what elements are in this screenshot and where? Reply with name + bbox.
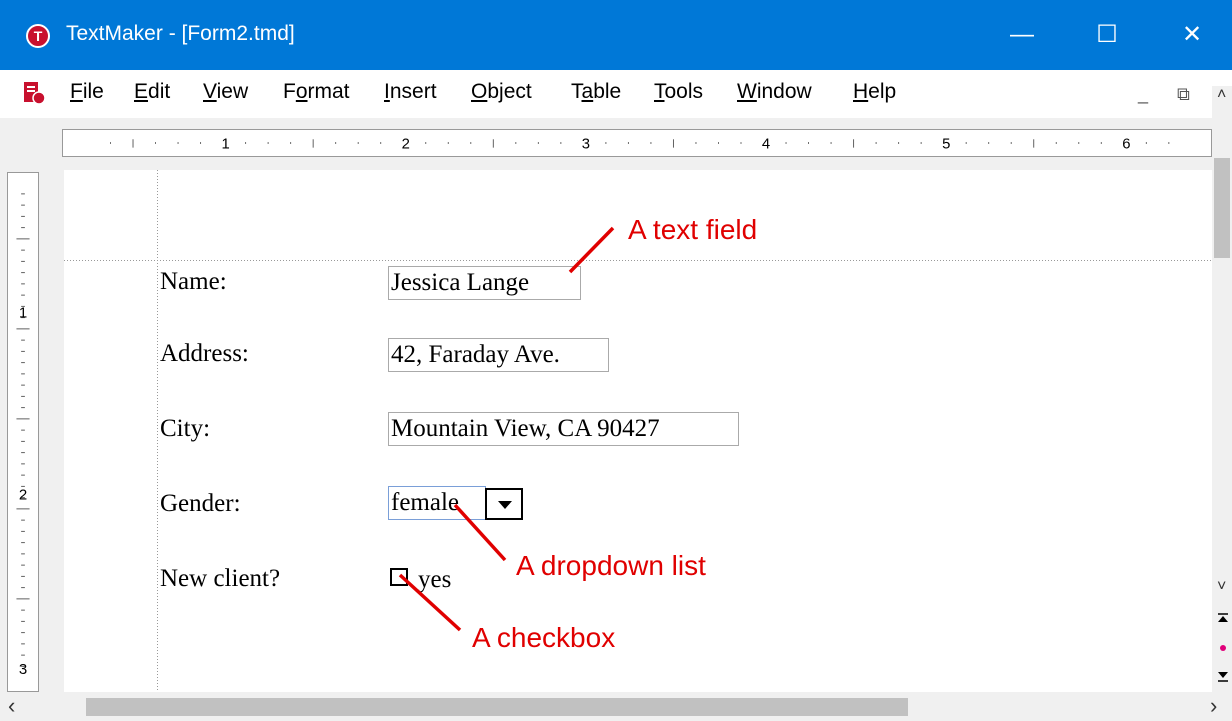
title-bar: T TextMaker - [Form2.tmd] — ☐ ✕ (0, 0, 1232, 70)
menu-format[interactable]: Format (283, 80, 350, 104)
gender-dropdown[interactable]: female (388, 486, 486, 520)
document-icon[interactable] (22, 80, 46, 106)
browse-object-icon[interactable] (1220, 645, 1226, 651)
checkbox-label: yes (418, 566, 452, 593)
ruler-label: 1 (222, 137, 230, 153)
horizontal-ruler[interactable]: 1 2 3 4 5 6 (62, 129, 1212, 157)
ruler-label: 3 (19, 661, 27, 678)
annotation-dropdown: A dropdown list (516, 550, 706, 581)
new-client-label: New client? (160, 565, 281, 592)
annotation-text-field: A text field (628, 214, 758, 245)
menu-tools[interactable]: Tools (654, 80, 703, 104)
scroll-right-arrow[interactable]: › (1210, 693, 1217, 719)
maximize-button[interactable]: ☐ (1060, 0, 1154, 70)
window-title: TextMaker - [Form2.tmd] (66, 22, 295, 45)
address-text-field[interactable]: 42, Faraday Ave. (388, 338, 609, 372)
vertical-scroll-thumb[interactable] (1214, 158, 1230, 258)
menu-edit[interactable]: Edit (134, 80, 170, 104)
ruler-label: 6 (1122, 137, 1130, 153)
scroll-up-arrow[interactable]: ˄ (1217, 86, 1226, 104)
scroll-left-arrow[interactable]: ‹ (8, 693, 15, 719)
annotation-checkbox: A checkbox (472, 622, 616, 653)
city-text-field[interactable]: Mountain View, CA 90427 (388, 412, 739, 446)
ruler-label: 2 (402, 137, 410, 153)
ruler-label: 5 (942, 137, 950, 153)
menu-table[interactable]: Table (571, 80, 621, 104)
ruler-label: 1 (19, 305, 27, 322)
menu-object[interactable]: Object (471, 80, 532, 104)
minimize-button[interactable]: — (975, 0, 1069, 70)
menu-help[interactable]: Help (853, 80, 896, 104)
gender-label: Gender: (160, 490, 241, 517)
chevron-down-icon[interactable] (485, 488, 523, 520)
previous-page-icon[interactable] (1218, 613, 1228, 622)
menu-window[interactable]: Window (737, 80, 812, 104)
city-label: City: (160, 415, 211, 442)
doc-minimize-button[interactable]: _ (1138, 84, 1148, 105)
ruler-label: 3 (582, 137, 590, 153)
menu-insert[interactable]: Insert (384, 80, 437, 104)
name-text-field[interactable]: Jessica Lange (388, 266, 581, 300)
scroll-down-arrow[interactable]: ˅ (1217, 578, 1226, 596)
horizontal-scroll-thumb[interactable] (86, 698, 908, 716)
new-client-checkbox[interactable] (390, 568, 408, 586)
textmaker-icon: T (26, 24, 50, 48)
page-navigation (1218, 613, 1228, 682)
close-button[interactable]: ✕ (1145, 0, 1232, 70)
address-label: Address: (160, 340, 249, 367)
name-label: Name: (160, 268, 227, 295)
next-page-icon[interactable] (1218, 672, 1228, 682)
menu-file[interactable]: File (70, 80, 104, 104)
menu-view[interactable]: View (203, 80, 248, 104)
vertical-ruler[interactable]: 1 2 3 (7, 172, 39, 692)
ruler-label: 2 (19, 487, 27, 504)
ruler-label: 4 (762, 137, 770, 153)
doc-restore-button[interactable]: ⧉ (1177, 84, 1190, 105)
